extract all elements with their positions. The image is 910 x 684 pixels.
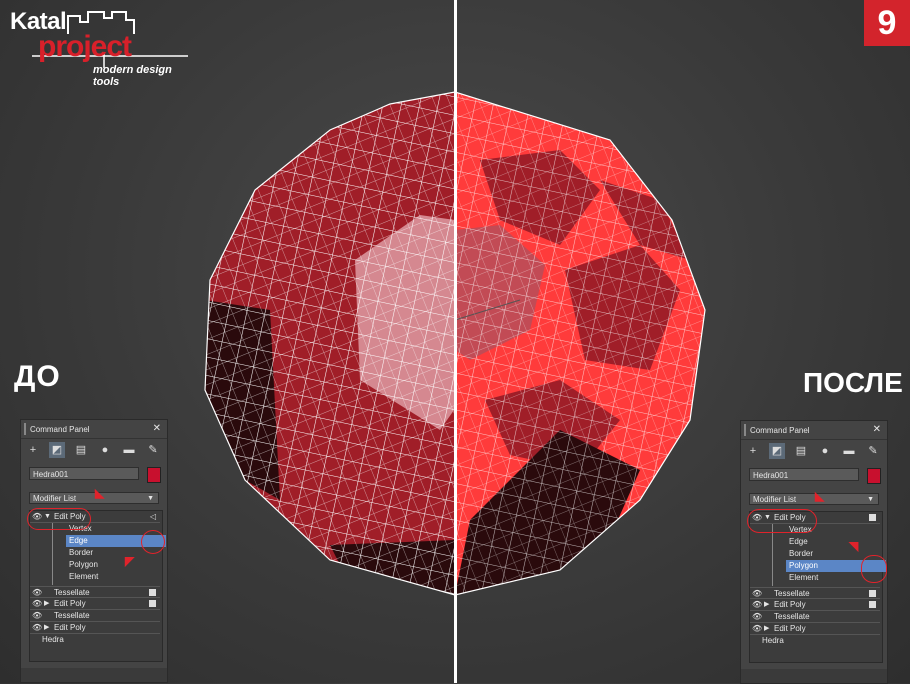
checkbox-icon[interactable]	[149, 589, 156, 596]
plus-icon[interactable]: +	[745, 443, 761, 459]
annotation-arrow: ◣	[815, 489, 825, 503]
logo-tagline: modern design tools	[93, 64, 172, 88]
object-name-field[interactable]: Hedra001	[29, 467, 139, 480]
panel-bottom-toolbar	[741, 669, 887, 683]
modifier-stack: 👁 ▼ Edit Poly Vertex Edge Border Polygon…	[749, 511, 886, 663]
command-panel-right: Command Panel ✕ + ◩ ▤ ● ▬ ✎ Hedra001 Mod…	[740, 420, 888, 684]
stack-item-label: Edit Poly	[54, 623, 86, 632]
stack-item-tessellate[interactable]: 👁 Tessellate	[750, 587, 880, 599]
annotation-circle	[141, 530, 165, 554]
stack-item-label: Hedra	[762, 636, 784, 645]
close-icon[interactable]: ✕	[153, 423, 161, 434]
expand-right-icon[interactable]: ▶	[764, 599, 769, 611]
object-color-swatch[interactable]	[867, 468, 881, 484]
chevron-down-icon: ▼	[867, 496, 874, 503]
checkbox-icon[interactable]	[869, 514, 876, 521]
panel-title: Command Panel	[30, 425, 90, 434]
eye-icon[interactable]: 👁	[32, 610, 42, 622]
eye-icon[interactable]: 👁	[752, 599, 762, 611]
stack-item-label: Tessellate	[54, 611, 90, 620]
stack-item-tessellate[interactable]: 👁 Tessellate	[30, 586, 160, 598]
grip-handle[interactable]	[744, 424, 746, 436]
stack-item-edit-poly[interactable]: 👁 ▶ Edit Poly	[750, 623, 880, 635]
hierarchy-icon[interactable]: ▤	[73, 442, 89, 458]
stack-item-label: Edit Poly	[54, 599, 86, 608]
motion-icon[interactable]: ●	[97, 442, 113, 458]
stack-item-hedra[interactable]: Hedra	[750, 635, 880, 647]
eye-icon[interactable]: 👁	[32, 598, 42, 610]
chevron-down-icon: ▼	[147, 495, 154, 502]
utilities-icon[interactable]: ✎	[145, 442, 161, 458]
motion-icon[interactable]: ●	[817, 443, 833, 459]
annotation-arrow: ◣	[95, 486, 105, 500]
stack-item-edit-poly[interactable]: 👁 ▶ Edit Poly	[30, 598, 160, 610]
stack-item-label: Edit Poly	[774, 600, 806, 609]
eye-icon[interactable]: 👁	[752, 623, 762, 635]
stack-item-edit-poly[interactable]: 👁 ▶ Edit Poly	[30, 622, 160, 634]
annotation-circle	[27, 508, 91, 530]
subobject-edge[interactable]: Edge	[786, 536, 886, 548]
display-icon[interactable]: ▬	[841, 443, 857, 459]
close-icon[interactable]: ✕	[873, 424, 881, 435]
plus-icon[interactable]: +	[25, 442, 41, 458]
annotation-circle	[861, 555, 887, 583]
stack-item-tessellate[interactable]: 👁 Tessellate	[750, 611, 880, 623]
annotation-arrow: ◥	[849, 539, 859, 553]
panel-bottom-toolbar	[21, 668, 167, 682]
split-divider	[454, 0, 457, 683]
checkbox-icon[interactable]	[869, 590, 876, 597]
tree-line	[52, 523, 53, 585]
modifier-list-dropdown[interactable]: Modifier List ▼	[29, 492, 159, 504]
grip-handle[interactable]	[24, 423, 26, 435]
modifier-stack: 👁 ▼ Edit Poly ◁ Vertex Edge Border Polyg…	[29, 510, 166, 662]
object-name-field[interactable]: Hedra001	[749, 468, 859, 481]
eye-icon[interactable]: 👁	[752, 611, 762, 623]
panel-title-bar[interactable]: Command Panel ✕	[21, 420, 167, 439]
panel-title-bar[interactable]: Command Panel ✕	[741, 421, 887, 440]
annotation-arrow: ◤	[125, 554, 135, 568]
object-color-swatch[interactable]	[147, 467, 161, 483]
checkbox-icon[interactable]	[149, 600, 156, 607]
stack-item-label: Tessellate	[774, 612, 810, 621]
modify-icon[interactable]: ◩	[49, 442, 65, 458]
panel-tabs: + ◩ ▤ ● ▬ ✎	[741, 441, 887, 461]
modifier-list-label: Modifier List	[753, 495, 797, 504]
checkbox-icon[interactable]	[869, 601, 876, 608]
subobject-polygon[interactable]: Polygon	[66, 559, 166, 571]
label-after: ПОСЛЕ	[803, 367, 903, 398]
utilities-icon[interactable]: ✎	[865, 443, 881, 459]
logo-text-project: project	[38, 30, 132, 63]
katal-project-logo: Katal project modern design tools	[8, 8, 193, 88]
subobject-element[interactable]: Element	[66, 571, 166, 583]
stack-item-tessellate[interactable]: 👁 Tessellate	[30, 610, 160, 622]
pin-icon[interactable]: ◁	[150, 511, 156, 521]
panel-tabs: + ◩ ▤ ● ▬ ✎	[21, 440, 167, 460]
modifier-list-label: Modifier List	[33, 494, 77, 503]
annotation-circle	[747, 509, 817, 533]
display-icon[interactable]: ▬	[121, 442, 137, 458]
label-before: ДО	[14, 360, 61, 393]
expand-right-icon[interactable]: ▶	[764, 623, 769, 635]
command-panel-left: Command Panel ✕ + ◩ ▤ ● ▬ ✎ Hedra001 Mod…	[20, 419, 168, 683]
step-number-badge: 9	[864, 0, 910, 46]
stack-item-label: Hedra	[42, 635, 64, 644]
modifier-list-dropdown[interactable]: Modifier List ▼	[749, 493, 879, 505]
modify-icon[interactable]: ◩	[769, 443, 785, 459]
hierarchy-icon[interactable]: ▤	[793, 443, 809, 459]
eye-icon[interactable]: 👁	[32, 622, 42, 634]
expand-right-icon[interactable]: ▶	[44, 598, 49, 610]
panel-title: Command Panel	[750, 426, 810, 435]
stack-item-edit-poly[interactable]: 👁 ▶ Edit Poly	[750, 599, 880, 611]
stack-item-hedra[interactable]: Hedra	[30, 634, 160, 646]
expand-right-icon[interactable]: ▶	[44, 622, 49, 634]
tree-line	[772, 524, 773, 586]
stack-item-label: Edit Poly	[774, 624, 806, 633]
